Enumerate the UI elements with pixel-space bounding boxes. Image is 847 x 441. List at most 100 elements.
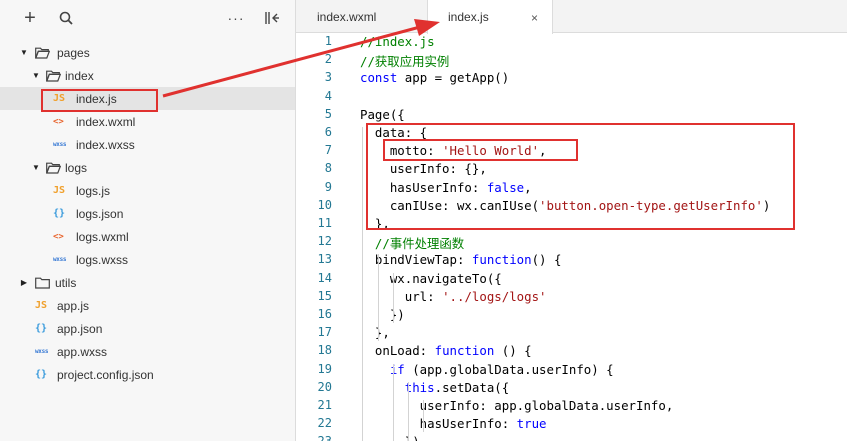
folder-open-icon (46, 162, 61, 174)
explorer-toolbar: + ··· (0, 0, 295, 36)
indent-guide (393, 272, 394, 324)
js-file-icon: JS (35, 300, 48, 311)
tree-item-label: app.wxss (57, 344, 108, 359)
tab-index-wxml[interactable]: index.wxml (296, 0, 426, 33)
line-number: 18 (317, 343, 332, 358)
json-file-icon: {} (53, 208, 66, 219)
code-line[interactable]: canIUse: wx.canIUse('button.open-type.ge… (360, 198, 770, 213)
tree-item-app-json[interactable]: {} app.json (0, 317, 295, 340)
code-line[interactable]: //事件处理函数 (360, 234, 464, 252)
tree-item-label: pages (57, 45, 90, 60)
chevron-down-icon[interactable]: ▼ (31, 71, 41, 81)
folder-open-icon (35, 47, 50, 59)
tab-label: index.js (448, 10, 489, 24)
tree-item-index-wxml[interactable]: <> index.wxml (0, 110, 295, 133)
code-line[interactable]: motto: 'Hello World', (360, 143, 547, 158)
tree-item-label: index.wxml (76, 114, 136, 129)
code-line[interactable]: data: { (360, 125, 427, 140)
indent-guide (423, 400, 424, 433)
editor-tab-bar: index.wxml index.js × (296, 0, 847, 34)
tree-item-app-js[interactable]: JS app.js (0, 294, 295, 317)
line-number: 2 (324, 52, 332, 67)
close-icon[interactable]: × (531, 11, 538, 25)
code-line[interactable]: }, (360, 216, 390, 231)
tree-item-label: utils (55, 275, 77, 290)
tree-item-index-js[interactable]: JS index.js (0, 87, 295, 110)
code-line[interactable]: userInfo: app.globalData.userInfo, (360, 398, 674, 413)
code-line[interactable]: }) (360, 307, 405, 322)
code-line[interactable]: //index.js (360, 34, 435, 49)
code-line[interactable]: }, (360, 325, 390, 340)
line-number: 10 (317, 197, 332, 212)
chevron-down-icon[interactable]: ▼ (31, 163, 41, 173)
code-line[interactable]: this.setData({ (360, 380, 509, 395)
code-line[interactable]: //获取应用实例 (360, 52, 449, 70)
line-number: 11 (317, 216, 332, 230)
collapse-panel-icon[interactable] (262, 8, 282, 28)
indent-guide (362, 127, 363, 441)
tree-item-pages[interactable]: ▼ pages (0, 41, 295, 64)
json-file-icon: {} (35, 323, 48, 334)
tree-item-label: index (65, 68, 94, 83)
chevron-right-icon[interactable]: ▶ (19, 278, 29, 288)
line-number: 21 (317, 398, 332, 412)
code-line[interactable]: userInfo: {}, (360, 161, 487, 176)
line-number: 7 (324, 143, 332, 158)
line-number: 14 (317, 270, 332, 285)
code-line[interactable]: onLoad: function () { (360, 343, 532, 358)
code-line[interactable]: wx.navigateTo({ (360, 271, 502, 286)
tree-item-index[interactable]: ▼ index (0, 64, 295, 87)
wxss-file-icon: wxss (35, 348, 49, 355)
line-number: 3 (324, 70, 332, 85)
line-number: 4 (324, 88, 332, 103)
line-number: 20 (317, 379, 332, 394)
line-number: 8 (324, 161, 332, 176)
tree-item-logs-wxss[interactable]: wxss logs.wxss (0, 248, 295, 271)
code-line[interactable]: hasUserInfo: true (360, 416, 547, 431)
folder-open-icon (46, 70, 61, 82)
code-line[interactable]: if (app.globalData.userInfo) { (360, 362, 614, 377)
tree-item-logs-js[interactable]: JS logs.js (0, 179, 295, 202)
file-tree: ▼ pages ▼ index JS index.js <> index.wxml wxss in… (0, 41, 295, 386)
js-file-icon: JS (53, 185, 66, 196)
line-number: 1 (324, 34, 332, 48)
wxml-file-icon: <> (53, 116, 64, 127)
code-line[interactable]: }) (360, 434, 420, 441)
search-icon[interactable] (56, 8, 76, 28)
folder-icon (35, 277, 50, 289)
tree-item-label: app.js (57, 298, 90, 313)
chevron-down-icon[interactable]: ▼ (19, 48, 29, 58)
tree-item-utils[interactable]: ▶ utils (0, 271, 295, 294)
code-editor[interactable]: 1234567891011121314151617181920212223 //… (296, 34, 847, 441)
tree-item-label: logs.wxml (76, 229, 129, 244)
tab-index-js[interactable]: index.js × (427, 0, 553, 34)
line-number: 22 (317, 416, 332, 431)
tree-item-logs-wxml[interactable]: <> logs.wxml (0, 225, 295, 248)
tree-item-label: logs.json (76, 206, 124, 221)
file-explorer: + ··· ▼ pages ▼ index JS index.js <> index.wxml… (0, 0, 296, 441)
wxml-file-icon: <> (53, 231, 64, 242)
line-number: 15 (317, 288, 332, 303)
tree-item-label: app.json (57, 321, 103, 336)
code-line[interactable]: const app = getApp() (360, 70, 509, 85)
wxss-file-icon: wxss (53, 141, 67, 148)
line-number: 23 (296, 434, 332, 441)
tree-item-app-wxss[interactable]: wxss app.wxss (0, 340, 295, 363)
js-file-icon: JS (53, 93, 66, 104)
tree-item-label: logs.wxss (76, 252, 129, 267)
line-number: 12 (317, 234, 332, 249)
indent-guide (393, 363, 394, 441)
plus-icon[interactable]: + (20, 8, 40, 28)
tree-item-project-config-json[interactable]: {} project.config.json (0, 363, 295, 386)
line-number: 5 (324, 106, 332, 121)
code-line[interactable]: url: '../logs/logs' (360, 289, 547, 304)
code-line[interactable]: hasUserInfo: false, (360, 180, 532, 195)
tab-label: index.wxml (317, 9, 377, 24)
code-line[interactable]: Page({ (360, 107, 405, 122)
tree-item-logs[interactable]: ▼ logs (0, 156, 295, 179)
more-icon[interactable]: ··· (226, 8, 246, 28)
code-line[interactable]: bindViewTap: function() { (360, 252, 562, 267)
tree-item-logs-json[interactable]: {} logs.json (0, 202, 295, 225)
tree-item-index-wxss[interactable]: wxss index.wxss (0, 133, 295, 156)
json-file-icon: {} (35, 369, 48, 380)
